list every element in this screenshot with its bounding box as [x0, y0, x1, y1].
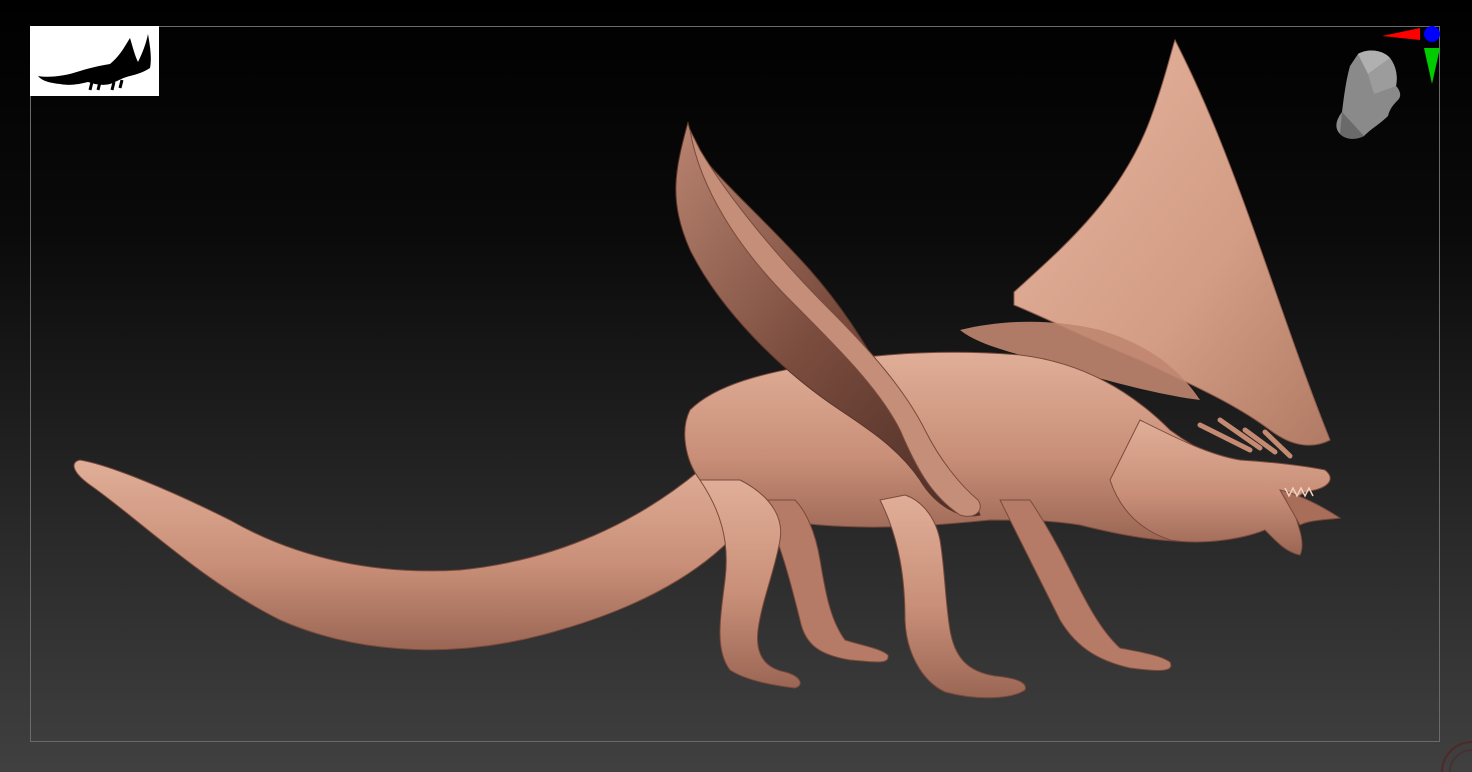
z-axis-blue — [1424, 26, 1440, 42]
mannequin-head-icon — [1336, 50, 1401, 139]
thumbnail-view[interactable] — [30, 26, 159, 96]
y-axis-green — [1424, 48, 1440, 84]
canvas-frame — [30, 26, 1440, 742]
dragon-silhouette-icon — [38, 34, 151, 91]
navigation-gizmo[interactable] — [1328, 24, 1444, 156]
zbrush-viewport[interactable] — [0, 0, 1472, 772]
x-axis-red — [1382, 28, 1420, 40]
corner-logo-mark — [1420, 736, 1472, 772]
